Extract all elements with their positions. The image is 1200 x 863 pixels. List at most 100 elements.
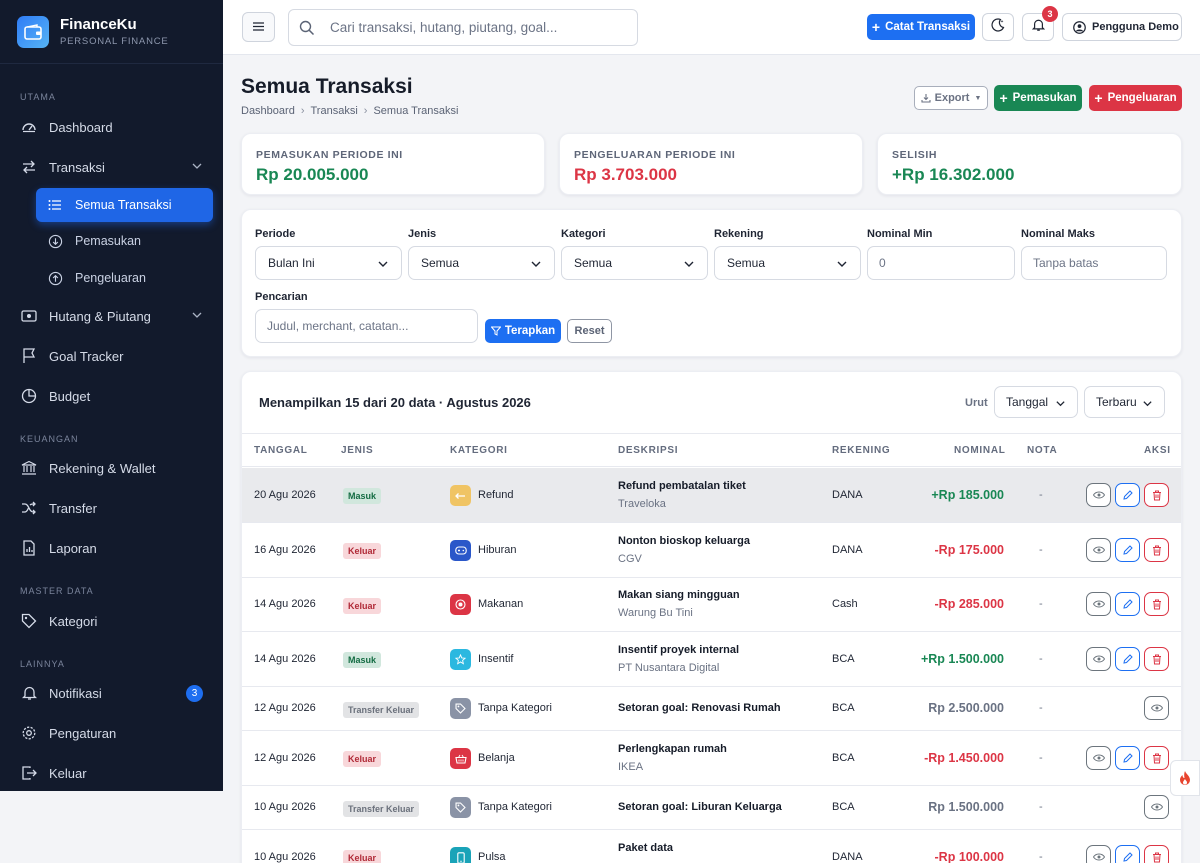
brand[interactable]: FinanceKu PERSONAL FINANCE xyxy=(0,0,223,64)
view-button[interactable] xyxy=(1144,795,1169,819)
terapkan-button[interactable]: Terapkan xyxy=(485,319,561,343)
add-pengeluaran-button[interactable]: + Pengeluaran xyxy=(1089,85,1182,111)
delete-button[interactable] xyxy=(1144,845,1169,863)
hamburger-icon xyxy=(253,18,264,36)
sidebar-item-transfer[interactable]: Transfer xyxy=(0,488,223,528)
table-row[interactable]: 12 Agu 2026 Keluar Belanja Perlengkapan … xyxy=(242,731,1181,786)
table-row[interactable]: 10 Agu 2026 Keluar Pulsa Paket data DANA… xyxy=(242,830,1181,863)
edit-button[interactable] xyxy=(1115,592,1140,616)
sidebar-item-label: Transfer xyxy=(49,500,97,516)
pencarian-input[interactable]: Judul, merchant, catatan... xyxy=(255,309,478,343)
sidebar-item-pengeluaran[interactable]: Pengeluaran xyxy=(36,261,213,295)
cell-account: BCA xyxy=(832,653,855,665)
gauge-icon xyxy=(21,119,37,135)
chevron-down-icon xyxy=(683,258,695,273)
food-icon xyxy=(450,594,471,615)
cell-account: BCA xyxy=(832,752,855,764)
sidebar-item-kategori[interactable]: Kategori xyxy=(0,601,223,641)
table-row[interactable]: 16 Agu 2026 Keluar Hiburan Nonton biosko… xyxy=(242,523,1181,578)
global-search-input[interactable]: Cari transaksi, hutang, piutang, goal... xyxy=(288,9,638,46)
breadcrumb-transaksi[interactable]: Transaksi xyxy=(311,105,358,117)
notification-button[interactable]: 3 xyxy=(1022,6,1058,41)
brand-subtitle: PERSONAL FINANCE xyxy=(60,36,169,47)
column-header-nominal[interactable]: NOMINAL xyxy=(954,445,1006,456)
sidebar-item-rekening[interactable]: Rekening & Wallet xyxy=(0,448,223,488)
trash-icon xyxy=(1152,852,1162,863)
cell-date: 14 Agu 2026 xyxy=(254,653,316,665)
select-value: Semua xyxy=(574,256,613,270)
cell-category: Insentif xyxy=(478,653,514,665)
user-name: Pengguna Demo xyxy=(1092,21,1179,33)
rekening-select[interactable]: Semua xyxy=(714,246,861,280)
menu-toggle-button[interactable] xyxy=(242,12,275,42)
view-button[interactable] xyxy=(1086,483,1111,507)
sidebar-item-laporan[interactable]: Laporan xyxy=(0,528,223,568)
gear-icon xyxy=(21,725,37,741)
reset-button[interactable]: Reset xyxy=(567,319,612,343)
kategori-select[interactable]: Semua xyxy=(561,246,708,280)
terapkan-label: Terapkan xyxy=(504,325,556,337)
table-row[interactable]: 14 Agu 2026 Keluar Makanan Makan siang m… xyxy=(242,578,1181,632)
sidebar-item-budget[interactable]: Budget xyxy=(0,376,223,416)
chevron-down-icon xyxy=(836,258,848,273)
view-button[interactable] xyxy=(1086,845,1111,863)
report-icon xyxy=(21,540,37,556)
catat-transaksi-button[interactable]: + Catat Transaksi xyxy=(867,14,975,40)
delete-button[interactable] xyxy=(1144,647,1169,671)
eye-icon xyxy=(1150,704,1163,712)
delete-button[interactable] xyxy=(1144,746,1169,770)
theme-toggle-button[interactable] xyxy=(982,13,1014,41)
cell-nota: - xyxy=(1039,702,1043,714)
nominal-maks-input[interactable]: Tanpa batas xyxy=(1021,246,1167,280)
section-label-keuangan: KEUANGAN xyxy=(20,434,79,444)
sidebar-item-pemasukan[interactable]: Pemasukan xyxy=(36,224,213,258)
sidebar-item-goal-tracker[interactable]: Goal Tracker xyxy=(0,336,223,376)
eye-icon xyxy=(1092,546,1105,554)
delete-button[interactable] xyxy=(1144,592,1169,616)
table-row[interactable]: 14 Agu 2026 Masuk Insentif Insentif proy… xyxy=(242,632,1181,687)
sidebar-item-hutang-piutang[interactable]: Hutang & Piutang xyxy=(0,296,223,336)
jenis-select[interactable]: Semua xyxy=(408,246,555,280)
periode-select[interactable]: Bulan Ini xyxy=(255,246,402,280)
sidebar-item-transaksi[interactable]: Transaksi xyxy=(0,147,223,187)
edit-button[interactable] xyxy=(1115,483,1140,507)
view-button[interactable] xyxy=(1144,696,1169,720)
sidebar-item-notifikasi[interactable]: Notifikasi 3 xyxy=(0,673,223,713)
edit-button[interactable] xyxy=(1115,845,1140,863)
column-header-tanggal[interactable]: TANGGAL xyxy=(254,445,308,456)
view-button[interactable] xyxy=(1086,538,1111,562)
sort-field-select[interactable]: Tanggal xyxy=(994,386,1078,418)
table-row[interactable]: 12 Agu 2026 Transfer Keluar Tanpa Katego… xyxy=(242,687,1181,731)
sidebar-item-keluar[interactable]: Keluar xyxy=(0,753,223,793)
nominal-min-input[interactable]: 0 xyxy=(867,246,1015,280)
trash-icon xyxy=(1152,654,1162,665)
user-menu-button[interactable]: Pengguna Demo xyxy=(1062,13,1182,41)
summary-card-pemasukan: PEMASUKAN PERIODE INI Rp 20.005.000 xyxy=(241,133,545,195)
delete-button[interactable] xyxy=(1144,538,1169,562)
cell-category: Makanan xyxy=(478,598,524,610)
add-pemasukan-button[interactable]: + Pemasukan xyxy=(994,85,1082,111)
type-badge: Keluar xyxy=(343,751,382,767)
sidebar-item-pengaturan[interactable]: Pengaturan xyxy=(0,713,223,753)
shopping-basket-icon xyxy=(450,748,471,769)
floating-widget-button[interactable] xyxy=(1170,760,1200,796)
export-dropdown-button[interactable]: Export ▼ xyxy=(914,86,988,110)
sort-order-select[interactable]: Terbaru xyxy=(1084,386,1165,418)
view-button[interactable] xyxy=(1086,592,1111,616)
input-value: 0 xyxy=(879,256,886,270)
breadcrumb-dashboard[interactable]: Dashboard xyxy=(241,105,295,117)
edit-button[interactable] xyxy=(1115,538,1140,562)
view-button[interactable] xyxy=(1086,647,1111,671)
table-row[interactable]: 10 Agu 2026 Transfer Keluar Tanpa Katego… xyxy=(242,786,1181,830)
eye-icon xyxy=(1092,655,1105,663)
cell-description-sub: CGV xyxy=(618,553,642,565)
moon-icon xyxy=(991,17,1005,37)
table-row[interactable]: 20 Agu 2026 Masuk Refund Refund pembatal… xyxy=(242,468,1181,523)
sidebar: FinanceKu PERSONAL FINANCE UTAMA Dashboa… xyxy=(0,0,223,791)
edit-button[interactable] xyxy=(1115,746,1140,770)
delete-button[interactable] xyxy=(1144,483,1169,507)
sidebar-item-dashboard[interactable]: Dashboard xyxy=(0,107,223,147)
sidebar-item-semua-transaksi[interactable]: Semua Transaksi xyxy=(36,188,213,222)
view-button[interactable] xyxy=(1086,746,1111,770)
edit-button[interactable] xyxy=(1115,647,1140,671)
